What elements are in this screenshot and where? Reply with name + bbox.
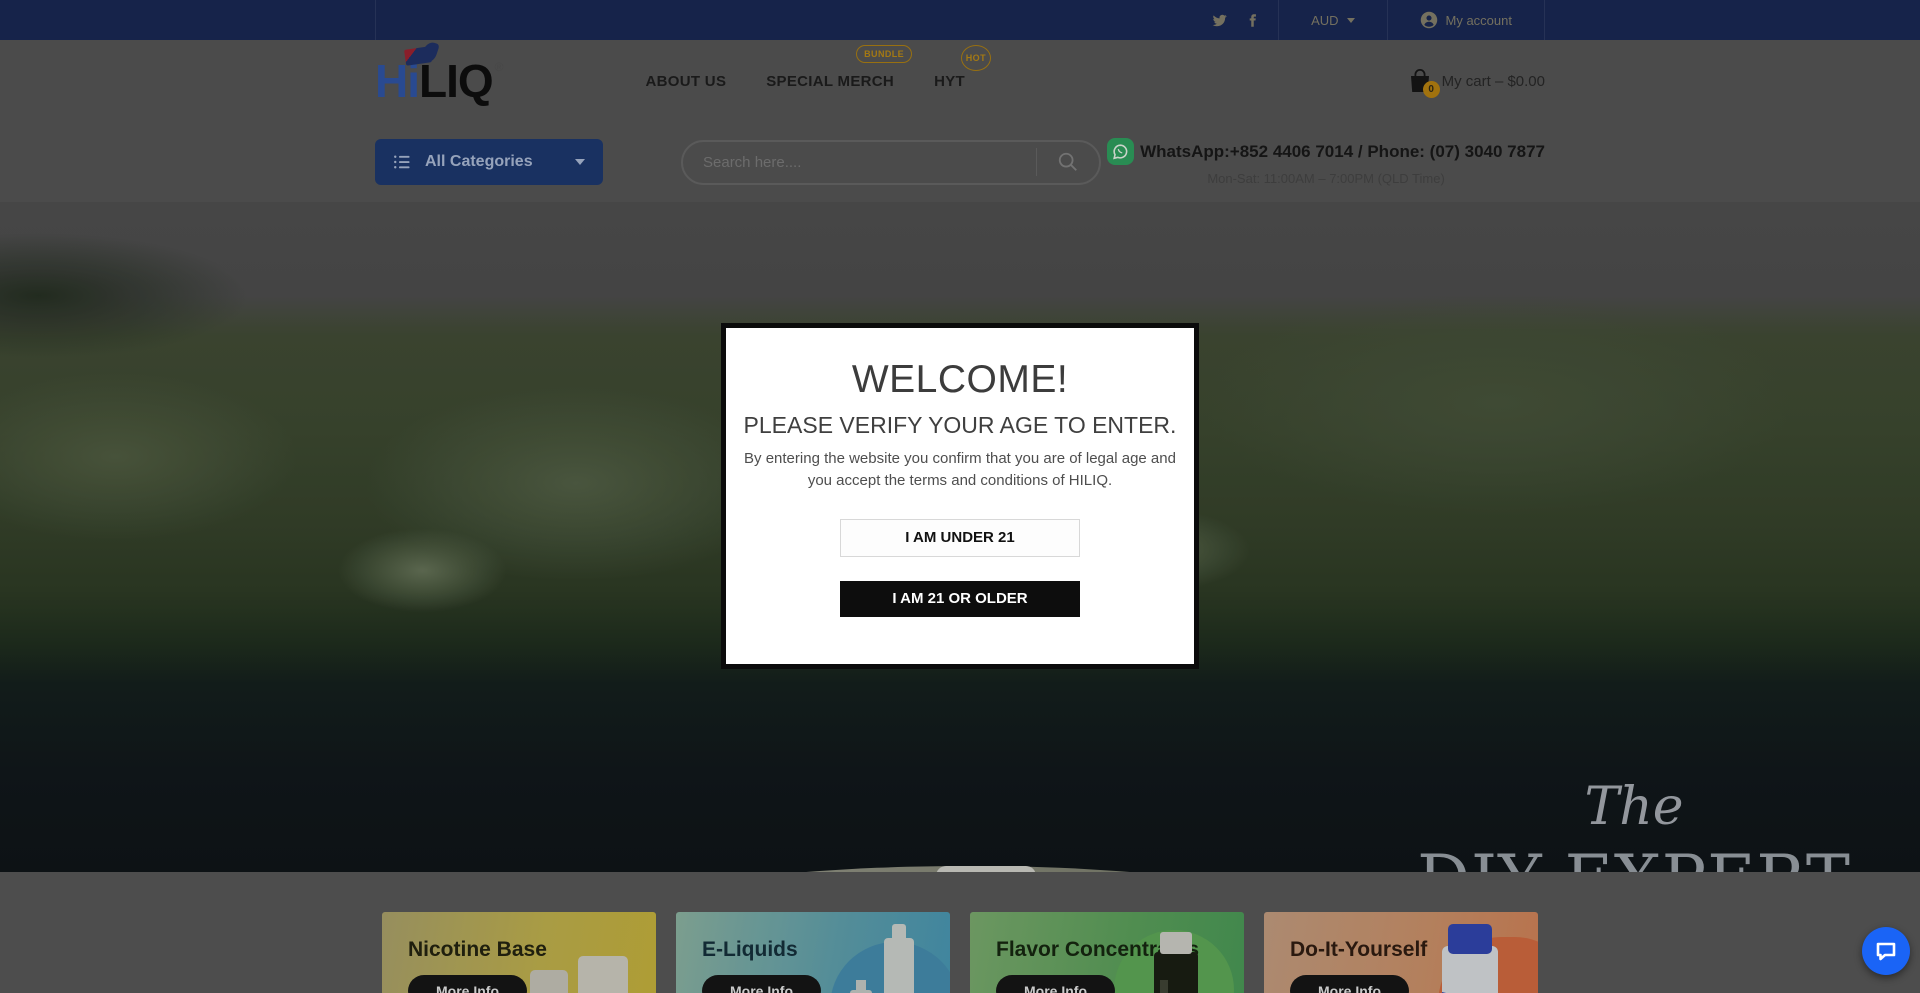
my-account-label: My account — [1446, 13, 1512, 28]
modal-body-text: By entering the website you confirm that… — [740, 448, 1180, 492]
currency-label: AUD — [1311, 13, 1338, 28]
modal-subtitle: PLEASE VERIFY YOUR AGE TO ENTER. — [726, 412, 1194, 439]
under-21-button[interactable]: I AM UNDER 21 — [840, 519, 1080, 557]
modal-title: WELCOME! — [726, 358, 1194, 402]
my-account-link[interactable]: My account — [1406, 0, 1526, 40]
21-or-older-button[interactable]: I AM 21 OR OLDER — [840, 581, 1080, 617]
topbar: AUD My account — [0, 0, 1920, 40]
topbar-divider — [375, 0, 376, 40]
live-chat-button[interactable] — [1862, 927, 1910, 975]
chevron-down-icon — [1347, 18, 1355, 23]
facebook-icon[interactable] — [1245, 13, 1260, 28]
topbar-divider — [1544, 0, 1545, 40]
age-verification-modal: WELCOME! PLEASE VERIFY YOUR AGE TO ENTER… — [721, 323, 1199, 669]
chat-bubble-icon — [1874, 939, 1898, 963]
currency-dropdown[interactable]: AUD — [1297, 0, 1368, 40]
topbar-divider — [1387, 0, 1388, 40]
user-icon — [1420, 11, 1438, 29]
twitter-icon[interactable] — [1212, 13, 1227, 28]
topbar-divider — [1278, 0, 1279, 40]
